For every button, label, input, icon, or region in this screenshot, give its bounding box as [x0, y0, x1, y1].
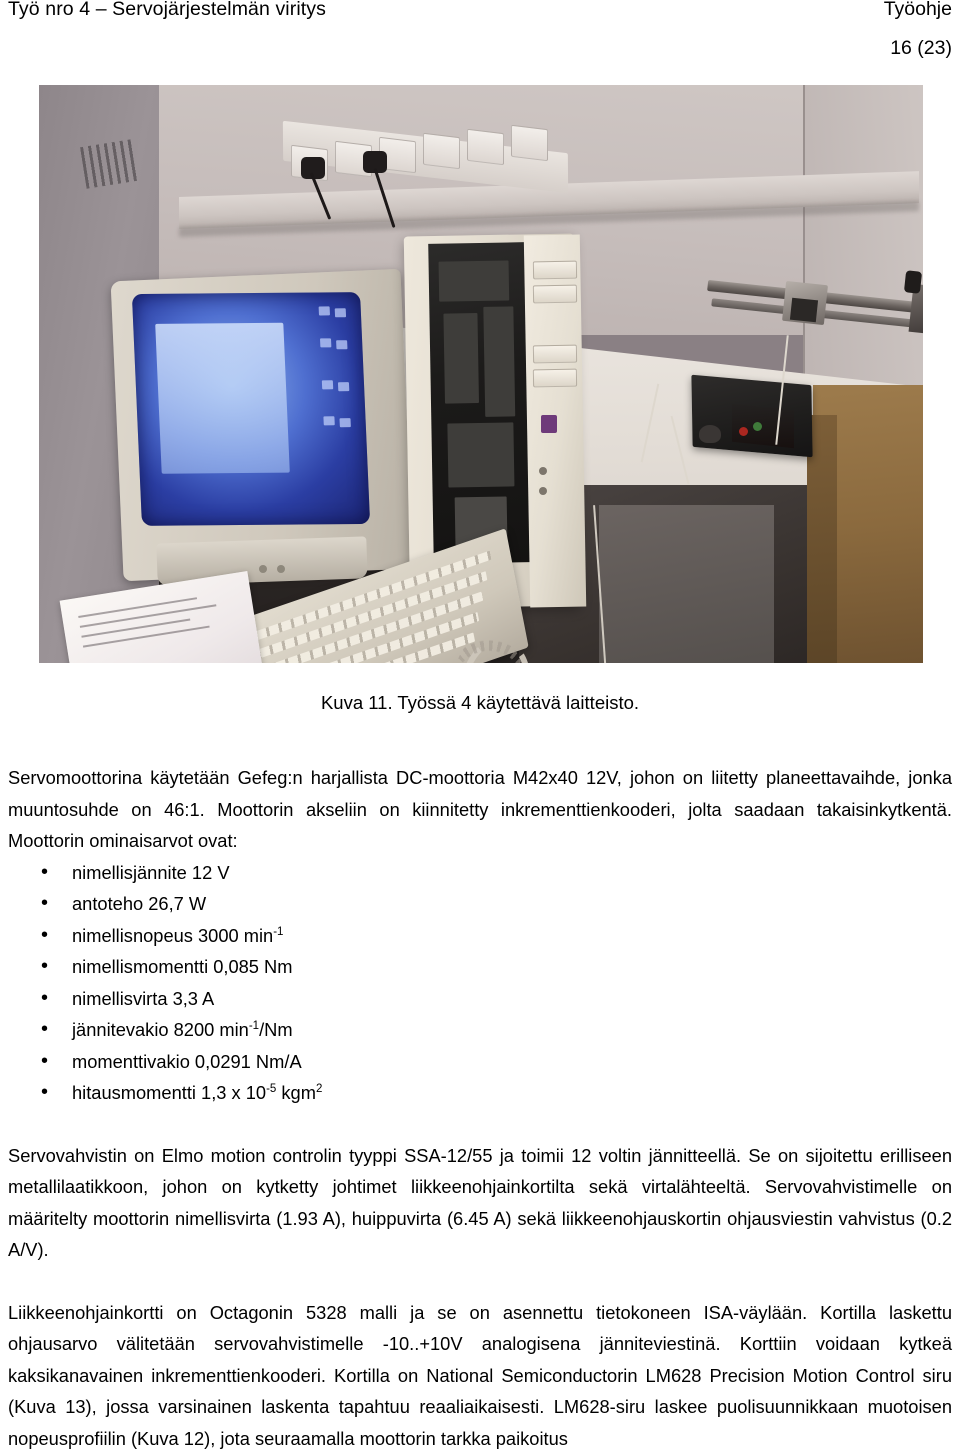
- drive-bay-2: [533, 285, 577, 304]
- crt-monitor-base: [156, 536, 367, 585]
- paragraph-spacer: [8, 1109, 952, 1140]
- drive-bay-4: [533, 369, 577, 388]
- drive-bay-internal: [447, 422, 514, 487]
- header-row: Työ nro 4 – Servojärjestelmän viritys Ty…: [8, 0, 952, 20]
- spec-text: nimellisvirta 3,3 A: [72, 988, 214, 1009]
- spec-item-output-power: antoteho 26,7 W: [8, 888, 952, 920]
- drive-bay-1: [533, 261, 577, 280]
- power-supply-front-panel: [732, 404, 794, 449]
- spec-item-torque-constant: momenttivakio 0,0291 Nm/A: [8, 1046, 952, 1078]
- spec-text-suffix: kgm: [276, 1082, 316, 1103]
- rail-motor-knob: [904, 270, 922, 294]
- spec-exponent: -5: [266, 1083, 276, 1095]
- laboratory-equipment-photo: [39, 85, 923, 663]
- spec-text: hitausmomentti 1,3 x 10: [72, 1082, 266, 1103]
- figure-caption: Kuva 11. Työssä 4 käytettävä laitteisto.: [0, 692, 960, 714]
- paper-text-line: [83, 626, 210, 648]
- tower-reset-button: [539, 487, 547, 495]
- paragraph-servo-amplifier: Servovahvistin on Elmo motion controlin …: [8, 1140, 952, 1266]
- spec-text: nimellisjännite 12 V: [72, 862, 230, 883]
- spec-item-rated-torque: nimellismomentti 0,085 Nm: [8, 951, 952, 983]
- paper-text-line: [81, 619, 190, 638]
- motor-specifications-list: nimellisjännite 12 V antoteho 26,7 W nim…: [8, 857, 952, 1109]
- expansion-card: [443, 313, 479, 404]
- desktop-icon: [322, 380, 333, 389]
- paper-text-line: [78, 597, 197, 618]
- wall-outlet-5: [467, 129, 504, 166]
- paragraph-intro: Servomoottorina käytetään Gefeg:n harjal…: [8, 762, 952, 857]
- power-supply-knob: [699, 425, 721, 443]
- desktop-icon: [339, 418, 350, 427]
- spec-item-rated-speed: nimellisnopeus 3000 min-1: [8, 920, 952, 952]
- page-number: 16 (23): [8, 37, 952, 60]
- screen-window-region: [155, 323, 290, 474]
- monitor-power-button: [259, 565, 267, 573]
- document-type-label: Työohje: [884, 0, 952, 20]
- paragraph-motion-controller: Liikkeenohjainkortti on Octagonin 5328 m…: [8, 1297, 952, 1454]
- document-body: Servomoottorina käytetään Gefeg:n harjal…: [8, 762, 952, 1454]
- tower-power-button: [539, 467, 547, 475]
- monitor-control-button: [277, 565, 285, 573]
- spec-text: antoteho 26,7 W: [72, 893, 206, 914]
- crt-monitor-screen: [132, 292, 370, 526]
- paragraph-spacer: [8, 1266, 952, 1297]
- cabinet-panel: [599, 505, 774, 663]
- expansion-card: [483, 306, 515, 417]
- power-terminal-red: [739, 427, 748, 436]
- screen-desktop-icons: [317, 304, 358, 454]
- spec-text: nimellismomentti 0,085 Nm: [72, 956, 292, 977]
- spec-text: nimellisnopeus 3000 min: [72, 925, 273, 946]
- wall-outlet-6: [511, 125, 548, 162]
- spec-item-moment-of-inertia: hitausmomentti 1,3 x 10-5 kgm2: [8, 1077, 952, 1109]
- document-title: Työ nro 4 – Servojärjestelmän viritys: [8, 0, 326, 20]
- drive-bay-3: [533, 345, 577, 364]
- spec-item-rated-current: nimellisvirta 3,3 A: [8, 983, 952, 1015]
- tower-brand-logo: [541, 415, 557, 433]
- spec-exponent-secondary: 2: [316, 1083, 322, 1095]
- rail-carriage-block: [790, 298, 818, 323]
- spec-text-suffix: /Nm: [259, 1019, 293, 1040]
- spec-exponent: -1: [273, 925, 283, 937]
- spec-item-rated-voltage: nimellisjännite 12 V: [8, 857, 952, 889]
- desktop-icon: [319, 306, 330, 315]
- desktop-icon: [336, 340, 347, 349]
- wall-outlet-4: [423, 133, 460, 170]
- spec-text: momenttivakio 0,0291 Nm/A: [72, 1051, 302, 1072]
- spec-text: jännitevakio 8200 min: [72, 1019, 249, 1040]
- motherboard-region: [439, 260, 510, 301]
- power-terminal-green: [753, 422, 762, 431]
- spec-item-voltage-constant: jännitevakio 8200 min-1/Nm: [8, 1014, 952, 1046]
- spec-exponent: -1: [249, 1020, 259, 1032]
- desktop-icon: [335, 308, 346, 317]
- pc-tower-open-side: [428, 242, 530, 564]
- desktop-icon: [320, 338, 331, 347]
- paper-chart-graphic: [80, 139, 138, 189]
- desktop-icon: [323, 416, 334, 425]
- desktop-icon: [338, 382, 349, 391]
- page-header: Työ nro 4 – Servojärjestelmän viritys Ty…: [8, 0, 952, 62]
- figure-image: [39, 85, 923, 663]
